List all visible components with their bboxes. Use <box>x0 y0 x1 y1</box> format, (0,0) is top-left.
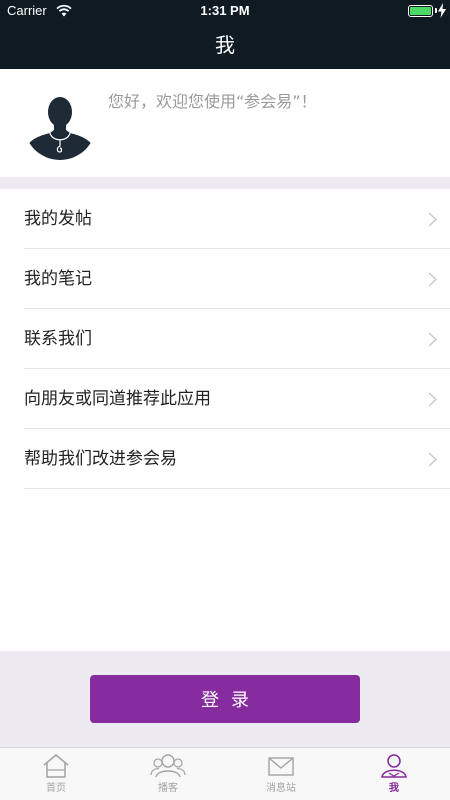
status-time: 1:31 PM <box>200 3 250 18</box>
menu-item-label: 向朋友或同道推荐此应用 <box>24 389 211 409</box>
section-divider <box>0 177 450 189</box>
status-bar: Carrier 1:31 PM <box>0 0 450 22</box>
mail-icon <box>268 757 294 776</box>
person-icon <box>381 754 407 778</box>
menu-item-my-notes[interactable]: 我的笔记 <box>0 249 450 309</box>
chevron-right-icon <box>428 452 437 467</box>
charging-icon <box>438 3 446 18</box>
chevron-right-icon <box>428 272 437 287</box>
login-button[interactable]: 登录 <box>90 675 360 723</box>
tab-home[interactable]: 首页 <box>0 748 112 800</box>
chevron-right-icon <box>428 332 437 347</box>
menu-item-contact-us[interactable]: 联系我们 <box>0 309 450 369</box>
login-section: 登录 <box>0 651 450 747</box>
tab-label: 消息站 <box>266 783 296 794</box>
welcome-text: 您好，欢迎您使用“参会易”！ <box>108 92 317 111</box>
menu-item-my-posts[interactable]: 我的发帖 <box>0 189 450 249</box>
avatar[interactable] <box>24 88 96 160</box>
tab-label: 我 <box>389 783 399 794</box>
menu-item-label: 帮助我们改进参会易 <box>24 449 177 469</box>
chevron-right-icon <box>428 212 437 227</box>
tab-podcast[interactable]: 播客 <box>112 748 224 800</box>
chevron-right-icon <box>428 392 437 407</box>
page-title: 我 <box>215 33 235 57</box>
tab-messages[interactable]: 消息站 <box>225 748 337 800</box>
tab-me[interactable]: 我 <box>338 748 450 800</box>
tab-label: 首页 <box>46 783 66 794</box>
home-icon <box>43 754 69 778</box>
navigation-bar: 我 <box>0 22 450 69</box>
menu-item-label: 联系我们 <box>24 329 92 349</box>
battery-icon <box>408 5 433 17</box>
people-icon <box>150 754 186 778</box>
menu-item-feedback[interactable]: 帮助我们改进参会易 <box>0 429 450 489</box>
settings-menu: 我的发帖 我的笔记 联系我们 向朋友或同道推荐此应用 帮助我们改进参会易 <box>0 189 450 489</box>
menu-item-recommend-app[interactable]: 向朋友或同道推荐此应用 <box>0 369 450 429</box>
tab-label: 播客 <box>158 783 178 794</box>
menu-item-label: 我的笔记 <box>24 269 92 289</box>
menu-item-label: 我的发帖 <box>24 209 92 229</box>
tab-bar: 首页 播客 消息站 我 <box>0 747 450 800</box>
profile-header: 您好，欢迎您使用“参会易”！ <box>0 69 450 177</box>
